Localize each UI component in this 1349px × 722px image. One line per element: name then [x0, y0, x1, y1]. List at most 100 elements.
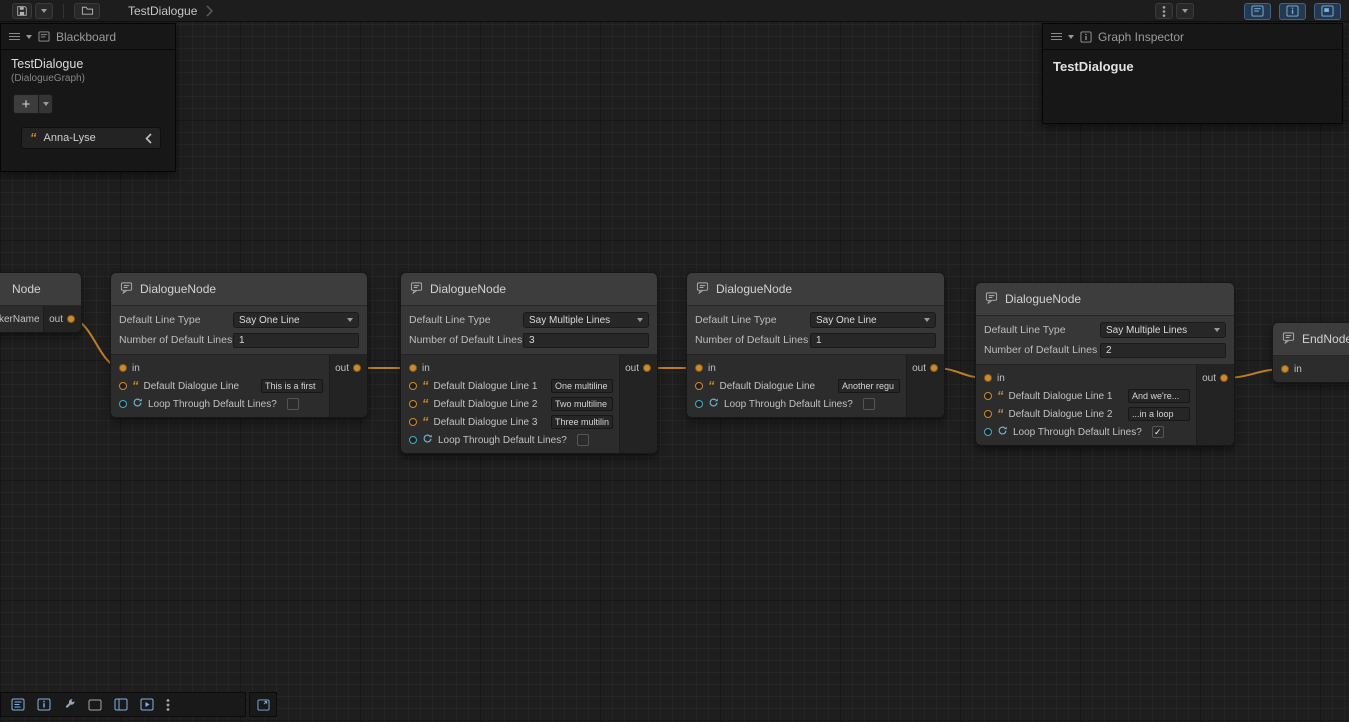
- dialogue-line-field[interactable]: ...in a loop: [1128, 407, 1190, 421]
- node-title-bar[interactable]: EndNode: [1273, 323, 1349, 356]
- line-port-dot[interactable]: [984, 410, 992, 418]
- num-lines-field[interactable]: 2: [1100, 343, 1226, 358]
- tools-button[interactable]: [63, 698, 76, 711]
- port-dialogue-line-1[interactable]: “ Default Dialogue Line 1 And we're...: [976, 387, 1196, 405]
- blackboard-view-button[interactable]: [11, 698, 25, 711]
- loop-port-dot[interactable]: [119, 400, 127, 408]
- breadcrumb[interactable]: TestDialogue: [128, 0, 213, 22]
- port-in[interactable]: in: [111, 359, 329, 377]
- toggle-minimap-button[interactable]: [1314, 3, 1341, 20]
- dialogue-node-4[interactable]: DialogueNode Default Line Type Say Multi…: [975, 282, 1235, 446]
- loop-checkbox[interactable]: [577, 434, 589, 446]
- blackboard-field-anna-lyse[interactable]: “ Anna-Lyse: [21, 127, 161, 149]
- fullscreen-button[interactable]: [257, 699, 270, 711]
- port-in[interactable]: in: [687, 359, 906, 377]
- port-in[interactable]: in: [401, 359, 619, 377]
- line-port-dot[interactable]: [409, 382, 417, 390]
- end-node[interactable]: EndNode in: [1272, 322, 1349, 383]
- num-lines-field[interactable]: 3: [523, 333, 649, 348]
- collapse-arrow-icon[interactable]: [1068, 35, 1074, 39]
- line-port-dot[interactable]: [409, 400, 417, 408]
- dialogue-line-field[interactable]: One multiline: [551, 379, 613, 393]
- overflow-menu-button[interactable]: [1155, 3, 1173, 19]
- port-loop[interactable]: Loop Through Default Lines?: [111, 395, 329, 413]
- node-title-bar[interactable]: Node: [0, 273, 81, 306]
- chevron-left-icon[interactable]: [145, 133, 152, 144]
- node-title-bar[interactable]: DialogueNode: [111, 273, 367, 306]
- port-in[interactable]: in: [1273, 360, 1349, 378]
- loop-port-dot[interactable]: [695, 400, 703, 408]
- port-out[interactable]: out: [620, 359, 657, 377]
- preview-button[interactable]: [140, 698, 154, 711]
- line-type-dropdown[interactable]: Say One Line: [233, 312, 359, 328]
- node-title-bar[interactable]: DialogueNode: [401, 273, 657, 306]
- line-port-dot[interactable]: [409, 418, 417, 426]
- in-port-dot[interactable]: [695, 364, 703, 372]
- graph-inspector-header[interactable]: Graph Inspector: [1043, 24, 1342, 50]
- dialogue-line-field[interactable]: Two multiline: [551, 397, 613, 411]
- port-dialogue-line-1[interactable]: “ Default Dialogue Line 1 One multiline: [401, 377, 619, 395]
- line-type-dropdown[interactable]: Say Multiple Lines: [523, 312, 649, 328]
- dialogue-line-field[interactable]: And we're...: [1128, 389, 1190, 403]
- loop-checkbox[interactable]: [863, 398, 875, 410]
- board-button[interactable]: [114, 698, 128, 711]
- line-port-dot[interactable]: [119, 382, 127, 390]
- dialogue-node-2[interactable]: DialogueNode Default Line Type Say Multi…: [400, 272, 658, 454]
- line-type-dropdown[interactable]: Say Multiple Lines: [1100, 322, 1226, 338]
- out-port-dot[interactable]: [643, 364, 651, 372]
- num-lines-field[interactable]: 1: [810, 333, 936, 348]
- frame-button[interactable]: [88, 699, 102, 711]
- port-loop[interactable]: Loop Through Default Lines? ✓: [976, 423, 1196, 441]
- in-port-dot[interactable]: [409, 364, 417, 372]
- add-variable-options-button[interactable]: [39, 94, 53, 114]
- out-port-dot[interactable]: [353, 364, 361, 372]
- collapse-arrow-icon[interactable]: [26, 35, 32, 39]
- add-variable-button[interactable]: +: [13, 94, 39, 114]
- line-port-dot[interactable]: [984, 392, 992, 400]
- inspector-view-button[interactable]: [37, 698, 51, 711]
- loop-port-dot[interactable]: [984, 428, 992, 436]
- out-port-dot[interactable]: [1220, 374, 1228, 382]
- port-dialogue-line-2[interactable]: “ Default Dialogue Line 2 Two multiline: [401, 395, 619, 413]
- port-out[interactable]: out: [1197, 369, 1234, 387]
- dialogue-line-field[interactable]: Another regu: [838, 379, 900, 393]
- port-out[interactable]: out: [44, 310, 81, 328]
- port-in[interactable]: in: [976, 369, 1196, 387]
- save-button[interactable]: [12, 3, 32, 19]
- node-title-bar[interactable]: DialogueNode: [687, 273, 944, 306]
- overflow-menu-arrow-button[interactable]: [1176, 3, 1194, 19]
- save-options-button[interactable]: [35, 3, 53, 19]
- toggle-inspector-button[interactable]: [1279, 3, 1306, 20]
- dialogue-node-3[interactable]: DialogueNode Default Line Type Say One L…: [686, 272, 945, 418]
- out-port-dot[interactable]: [930, 364, 938, 372]
- loop-port-dot[interactable]: [409, 436, 417, 444]
- line-port-dot[interactable]: [695, 382, 703, 390]
- speaker-node-partial[interactable]: Node kerName out: [0, 272, 82, 333]
- out-port-dot[interactable]: [67, 315, 75, 323]
- loop-checkbox[interactable]: [287, 398, 299, 410]
- in-port-dot[interactable]: [119, 364, 127, 372]
- open-asset-button[interactable]: [74, 3, 100, 19]
- loop-checkbox-checked[interactable]: ✓: [1152, 426, 1164, 438]
- port-dialogue-line-3[interactable]: “ Default Dialogue Line 3 Three multilin: [401, 413, 619, 431]
- in-port-dot[interactable]: [1281, 365, 1289, 373]
- port-dialogue-line-2[interactable]: “ Default Dialogue Line 2 ...in a loop: [976, 405, 1196, 423]
- dialogue-node-1[interactable]: DialogueNode Default Line Type Say One L…: [110, 272, 368, 418]
- bottom-overflow-menu-button[interactable]: [166, 698, 170, 712]
- port-out[interactable]: out: [907, 359, 944, 377]
- port-out[interactable]: out: [330, 359, 367, 377]
- port-loop[interactable]: Loop Through Default Lines?: [401, 431, 619, 449]
- blackboard-header[interactable]: Blackboard: [1, 24, 175, 50]
- port-loop[interactable]: Loop Through Default Lines?: [687, 395, 906, 413]
- port-dialogue-line[interactable]: “ Default Dialogue Line This is a first: [111, 377, 329, 395]
- dialogue-line-field[interactable]: Three multilin: [551, 415, 613, 429]
- toggle-blackboard-button[interactable]: [1244, 3, 1271, 20]
- line-type-dropdown[interactable]: Say One Line: [810, 312, 936, 328]
- dialogue-line-field[interactable]: This is a first: [261, 379, 323, 393]
- port-dialogue-line[interactable]: “ Default Dialogue Line Another regu: [687, 377, 906, 395]
- node-title-bar[interactable]: DialogueNode: [976, 283, 1234, 316]
- drag-handle-icon[interactable]: [9, 32, 20, 41]
- drag-handle-icon[interactable]: [1051, 32, 1062, 41]
- in-port-dot[interactable]: [984, 374, 992, 382]
- num-lines-field[interactable]: 1: [233, 333, 359, 348]
